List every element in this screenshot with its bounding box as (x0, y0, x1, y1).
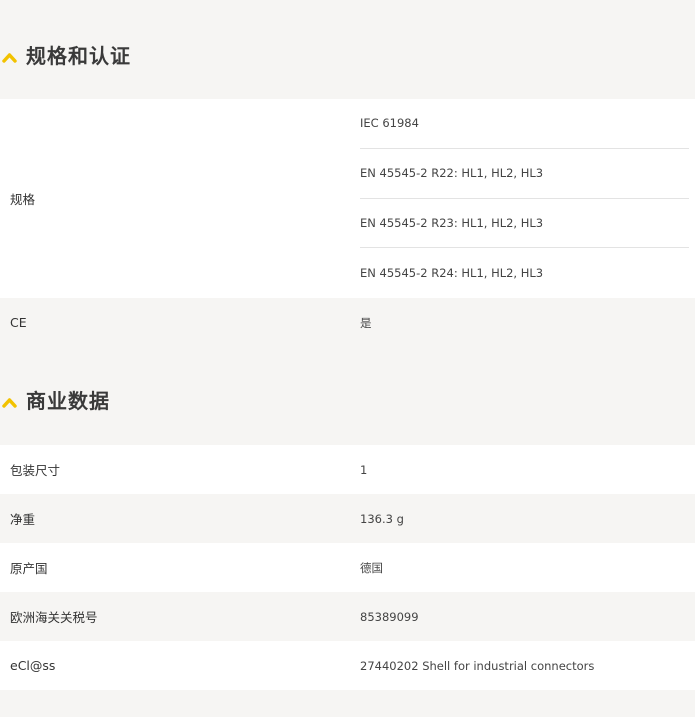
table-row-eclass: eCl@ss 27440202 Shell for industrial con… (0, 641, 695, 690)
section-title: 规格和认证 (26, 44, 131, 68)
row-value: IEC 61984 (360, 99, 689, 149)
table-row-country-of-origin: 原产国 德国 (0, 543, 695, 592)
row-label: 原产国 (10, 561, 48, 576)
section-header-commercial[interactable]: 商业数据 (0, 347, 695, 445)
row-value: 85389099 (360, 609, 419, 624)
chevron-up-icon[interactable] (2, 51, 17, 63)
row-value: EN 45545-2 R23: HL1, HL2, HL3 (360, 199, 689, 249)
row-value: EN 45545-2 R22: HL1, HL2, HL3 (360, 149, 689, 199)
table-row-ce: CE 是 (0, 298, 695, 347)
row-value: 27440202 Shell for industrial connectors (360, 658, 595, 673)
chevron-up-icon[interactable] (2, 396, 17, 408)
row-value: 136.3 g (360, 511, 404, 526)
row-label: 欧洲海关关税号 (10, 610, 98, 625)
row-label: CE (10, 315, 27, 330)
table-row-net-weight: 净重 136.3 g (0, 494, 695, 543)
table-row-customs-tariff: 欧洲海关关税号 85389099 (0, 592, 695, 641)
table-row-packaging-size: 包装尺寸 1 (0, 445, 695, 494)
row-value: 是 (360, 315, 372, 330)
section-header-specs[interactable]: 规格和认证 (0, 0, 695, 99)
row-label: 净重 (10, 512, 36, 527)
table-row-specification: 规格 IEC 61984 EN 45545-2 R22: HL1, HL2, H… (0, 99, 695, 298)
row-value: EN 45545-2 R24: HL1, HL2, HL3 (360, 266, 544, 281)
row-label: 包装尺寸 (10, 463, 61, 478)
row-value: 德国 (360, 560, 383, 575)
row-label: 规格 (10, 192, 36, 207)
row-value: 1 (360, 462, 368, 477)
section-title: 商业数据 (26, 389, 110, 413)
row-values: IEC 61984 EN 45545-2 R22: HL1, HL2, HL3 … (360, 99, 695, 298)
row-label: eCl@ss (10, 658, 56, 673)
